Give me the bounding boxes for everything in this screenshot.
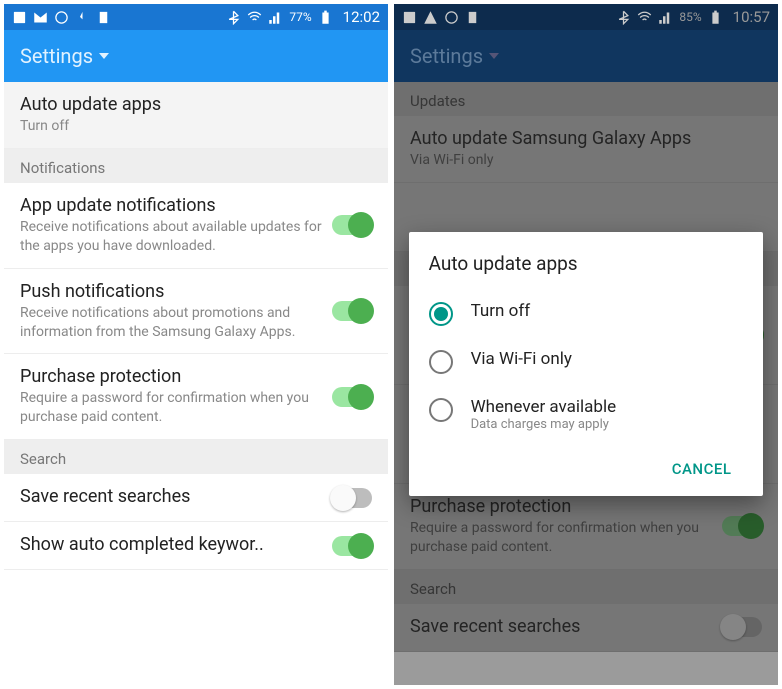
swirl-icon <box>54 10 69 25</box>
toggle-app-update-notifications[interactable] <box>332 215 372 235</box>
status-bar: 77% 12:02 <box>4 4 388 30</box>
setting-title: Save recent searches <box>20 486 324 507</box>
signal-icon <box>658 10 673 25</box>
toggle-show-auto-completed[interactable] <box>332 536 372 556</box>
radio-option-turn-off[interactable]: Turn off <box>429 289 744 337</box>
radio-icon <box>429 398 453 422</box>
battery-icon <box>708 10 723 25</box>
setting-sub: Require a password for confirmation when… <box>20 389 324 427</box>
appbar-title: Settings <box>410 44 483 68</box>
setting-title: Show auto completed keywor.. <box>20 534 324 555</box>
signal-icon <box>268 10 283 25</box>
bluetooth-icon <box>226 10 241 25</box>
radio-icon <box>429 302 453 326</box>
mail-icon <box>33 10 48 25</box>
setting-sub: Receive notifications about available up… <box>20 218 324 256</box>
image-icon <box>12 10 27 25</box>
row-purchase-protection[interactable]: Purchase protection Require a password f… <box>4 354 388 440</box>
status-bar: 85% 10:57 <box>394 4 778 30</box>
chevron-down-icon <box>489 53 499 59</box>
setting-title: Purchase protection <box>20 366 324 387</box>
section-search: Search <box>4 440 388 474</box>
wifi-icon <box>637 10 652 25</box>
swirl-icon <box>444 10 459 25</box>
radio-option-via-wifi[interactable]: Via Wi-Fi only <box>429 337 744 385</box>
radio-label: Whenever available <box>471 397 617 417</box>
clock-text: 10:57 <box>733 8 770 26</box>
radio-label: Via Wi-Fi only <box>471 349 572 369</box>
download-icon <box>75 10 90 25</box>
phone-right: 85% 10:57 Settings Updates Auto update S… <box>394 4 778 685</box>
section-notifications: Notifications <box>4 149 388 183</box>
dialog-title: Auto update apps <box>429 252 744 275</box>
image-icon <box>402 10 417 25</box>
cancel-button[interactable]: CANCEL <box>660 452 744 486</box>
battery-text: 85% <box>679 10 701 24</box>
toggle-save-recent-searches[interactable] <box>332 488 372 508</box>
row-push-notifications[interactable]: Push notifications Receive notifications… <box>4 269 388 355</box>
dialog-auto-update-apps: Auto update apps Turn off Via Wi-Fi only <box>409 232 764 496</box>
setting-sub: Turn off <box>20 117 364 136</box>
radio-sub: Data charges may apply <box>471 417 617 432</box>
warning-icon <box>423 10 438 25</box>
battery-icon <box>318 10 333 25</box>
app-bar[interactable]: Settings <box>4 30 388 82</box>
setting-title: Auto update apps <box>20 94 364 115</box>
row-save-recent-searches[interactable]: Save recent searches <box>4 474 388 522</box>
clock-text: 12:02 <box>343 8 380 26</box>
row-auto-update-apps[interactable]: Auto update apps Turn off <box>4 82 388 149</box>
toggle-purchase-protection[interactable] <box>332 387 372 407</box>
row-app-update-notifications[interactable]: App update notifications Receive notific… <box>4 183 388 269</box>
phone-left: 77% 12:02 Settings Auto update apps Turn… <box>4 4 388 685</box>
radio-label: Turn off <box>471 301 531 321</box>
setting-sub: Receive notifications about promotions a… <box>20 304 324 342</box>
toggle-push-notifications[interactable] <box>332 301 372 321</box>
download-icon <box>465 10 480 25</box>
row-show-auto-completed[interactable]: Show auto completed keywor.. <box>4 522 388 570</box>
settings-list: Auto update apps Turn off Notifications … <box>4 82 388 685</box>
app-bar[interactable]: Settings <box>394 30 778 82</box>
setting-title: Push notifications <box>20 281 324 302</box>
appbar-title: Settings <box>20 44 93 68</box>
modal-overlay[interactable]: Auto update apps Turn off Via Wi-Fi only <box>394 82 778 685</box>
radio-icon <box>429 350 453 374</box>
clipboard-icon <box>96 10 111 25</box>
wifi-icon <box>247 10 262 25</box>
radio-option-whenever-available[interactable]: Whenever available Data charges may appl… <box>429 385 744 444</box>
bluetooth-icon <box>616 10 631 25</box>
chevron-down-icon <box>99 53 109 59</box>
setting-title: App update notifications <box>20 195 324 216</box>
battery-text: 77% <box>289 10 311 24</box>
